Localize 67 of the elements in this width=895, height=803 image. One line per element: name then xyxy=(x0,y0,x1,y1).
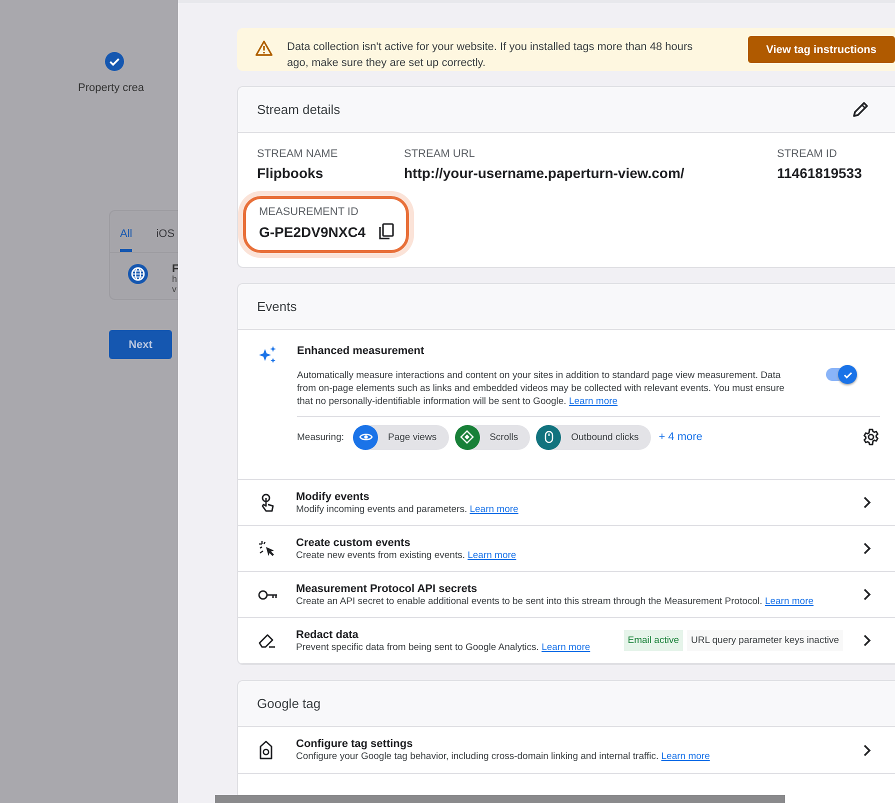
event-settings-row[interactable]: Measurement Protocol API secrets Create an API secret to enable additional events to be sent into this stream through the Measurement Protocol. Learn more xyxy=(238,572,895,618)
row-description: Automatically measure interactions and content on your sites in addition to standard page view measurement. Data from on-page elements such as links and embedded videos may be collected with relevant events. You must ensure that no personally-identifiable information will be sent to Google. Learn more xyxy=(297,369,786,408)
row-description: Prevent specific data from being sent to Google Analytics. Learn more xyxy=(296,642,592,652)
learn-more-link[interactable]: Learn more xyxy=(568,396,618,407)
row-title: Configure tag settings xyxy=(296,738,414,750)
key-icon xyxy=(258,588,278,600)
stream-item-text: F xyxy=(172,264,178,274)
chevron-right-icon xyxy=(863,634,871,647)
field-label: MEASUREMENT ID xyxy=(259,206,360,218)
learn-more-link[interactable]: Learn more xyxy=(764,596,814,606)
chip-label: Page views xyxy=(388,432,437,442)
step-label: Property crea xyxy=(78,82,144,94)
learn-more-link[interactable]: Learn more xyxy=(468,550,516,560)
status-label: Email active xyxy=(624,630,683,651)
row-title: Modify events xyxy=(296,490,370,502)
tag-icon xyxy=(258,740,274,760)
scrollbar[interactable] xyxy=(215,795,785,803)
globe-icon xyxy=(128,264,148,284)
platform-tab[interactable]: All xyxy=(120,211,132,252)
stream-item-text: v xyxy=(172,284,178,294)
card-title: Events xyxy=(257,299,297,314)
status-label: URL query parameter keys inactive xyxy=(686,630,843,651)
learn-more-link[interactable]: Learn more xyxy=(470,504,518,514)
row-description: Create new events from existing events. Learn more xyxy=(296,550,518,560)
platform-tab[interactable]: iOS xyxy=(156,211,175,252)
edit-icon[interactable] xyxy=(852,101,869,118)
learn-more-link[interactable]: Learn more xyxy=(661,751,710,762)
warning-icon xyxy=(255,40,273,56)
toggle-switch[interactable] xyxy=(826,368,854,381)
chevron-right-icon xyxy=(863,588,871,601)
chevron-right-icon xyxy=(863,496,871,509)
learn-more-link[interactable]: Learn more xyxy=(542,642,590,652)
row-title: Create custom events xyxy=(296,536,412,548)
copy-icon[interactable] xyxy=(378,223,394,240)
event-settings-row[interactable]: Create custom events Create new events from existing events. Learn more xyxy=(238,526,895,572)
row-description: Configure your Google tag behavior, including cross-domain linking and internal traffic. Learn more xyxy=(296,751,711,762)
field-value: Flipbooks xyxy=(257,165,324,181)
chevron-right-icon xyxy=(863,542,871,555)
eraser-icon xyxy=(258,632,276,648)
event-settings-row[interactable]: Modify events Modify incoming events and parameters. Learn more xyxy=(238,480,895,526)
stream-item-text: h xyxy=(172,274,178,284)
chip-label: Outbound clicks xyxy=(571,432,639,442)
field-label: STREAM NAME xyxy=(257,148,339,160)
warning-message: Data collection isn't active for your website. If you installed tags more than 48 hours ago, make sure they are set up correctly. xyxy=(287,40,694,71)
settings-icon[interactable] xyxy=(862,428,880,446)
row-title: Redact data xyxy=(296,628,360,640)
chip-label: Scrolls xyxy=(490,432,518,442)
event-settings-row[interactable]: Redact data Prevent specific data from being sent to Google Analytics. Learn more Email active URL query parameter keys inactive xyxy=(238,618,895,664)
field-label: STREAM URL xyxy=(404,148,476,160)
row-description: Modify incoming events and parameters. Learn more xyxy=(296,504,520,514)
measuring-label: Measuring: xyxy=(297,432,344,442)
more-link[interactable]: + 4 more xyxy=(658,431,702,443)
sparkle-icon xyxy=(258,345,278,365)
field-value: G-PE2DV9NXC4 xyxy=(259,224,366,240)
field-label: STREAM ID xyxy=(777,148,838,160)
card-title: Google tag xyxy=(257,696,321,711)
field-value: http://your-username.paperturn-view.com/ xyxy=(404,165,686,181)
next-button[interactable]: Next xyxy=(109,330,172,359)
cursor-icon xyxy=(258,540,276,558)
row-title: Measurement Protocol API secrets xyxy=(296,582,478,594)
row-description: Create an API secret to enable additional events to be sent into this stream through the Measurement Protocol. Learn more xyxy=(296,596,815,606)
card-title: Stream details xyxy=(257,102,340,117)
field-value: 11461819533 xyxy=(777,165,862,181)
chevron-right-icon xyxy=(863,744,871,756)
row-title: Enhanced measurement xyxy=(297,345,426,357)
tag-settings-row[interactable]: Configure tag settings Configure your Google tag behavior, including cross-domain linking and internal traffic. Learn more xyxy=(238,727,895,774)
view-tag-instructions-button[interactable]: View tag instructions xyxy=(748,36,895,63)
